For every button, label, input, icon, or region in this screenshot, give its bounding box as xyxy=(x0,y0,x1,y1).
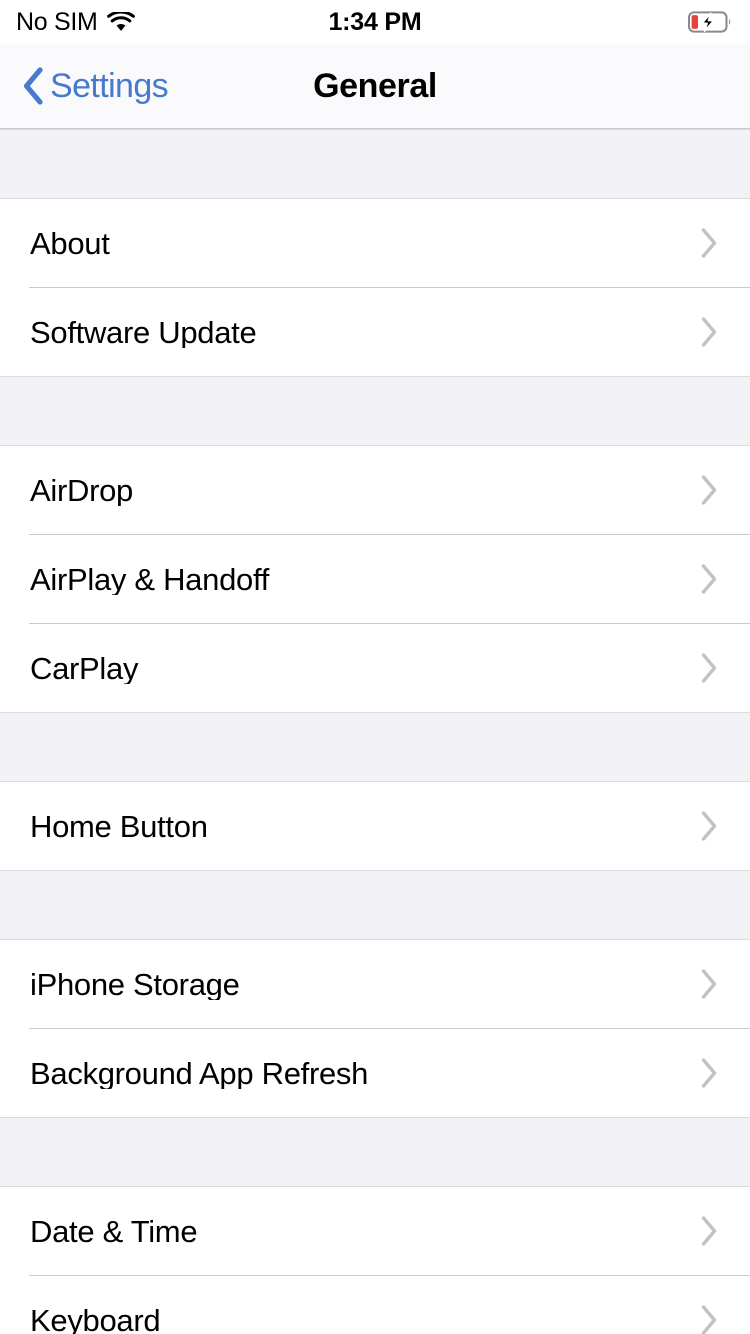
chevron-left-icon xyxy=(22,67,44,105)
chevron-right-icon xyxy=(700,652,728,684)
back-button-label: Settings xyxy=(50,67,169,105)
list-item-label: Keyboard xyxy=(30,1304,161,1334)
chevron-right-icon xyxy=(700,563,728,595)
list-item[interactable]: AirPlay & Handoff xyxy=(0,535,750,623)
chevron-right-icon xyxy=(700,474,728,506)
list-item[interactable]: Date & Time xyxy=(0,1187,750,1275)
carrier-label: No SIM xyxy=(16,7,98,36)
status-bar-left: No SIM xyxy=(16,7,135,36)
group-spacer xyxy=(0,129,750,199)
chevron-right-icon xyxy=(700,1304,728,1334)
list-item[interactable]: Software Update xyxy=(0,288,750,376)
list-item[interactable]: About xyxy=(0,199,750,287)
list-item-label: iPhone Storage xyxy=(30,968,240,1000)
list-item[interactable]: Keyboard xyxy=(0,1276,750,1334)
list-item-label: Background App Refresh xyxy=(30,1057,369,1089)
status-bar-right xyxy=(688,11,732,33)
list-item[interactable]: Home Button xyxy=(0,782,750,870)
chevron-right-icon xyxy=(700,227,728,259)
group-spacer xyxy=(0,712,750,782)
list-item[interactable]: Background App Refresh xyxy=(0,1029,750,1117)
battery-charging-low-icon xyxy=(688,11,732,33)
status-bar: No SIM 1:34 PM xyxy=(0,0,750,44)
list-item[interactable]: iPhone Storage xyxy=(0,940,750,1028)
chevron-right-icon xyxy=(700,1215,728,1247)
settings-group-group-home-button: Home Button xyxy=(0,782,750,870)
list-item[interactable]: AirDrop xyxy=(0,446,750,534)
list-item-label: Home Button xyxy=(30,810,208,842)
chevron-right-icon xyxy=(700,316,728,348)
page-title: General xyxy=(313,67,437,105)
list-item-label: Software Update xyxy=(30,316,257,348)
wifi-icon xyxy=(106,11,135,33)
chevron-right-icon xyxy=(700,968,728,1000)
group-spacer xyxy=(0,376,750,446)
settings-general-screen: No SIM 1:34 PM Settings General About So… xyxy=(0,0,750,1334)
clock-label: 1:34 PM xyxy=(328,7,422,36)
back-button-settings[interactable]: Settings xyxy=(16,67,169,105)
group-spacer xyxy=(0,870,750,940)
list-item-label: About xyxy=(30,227,110,259)
settings-group-group-info: About Software Update xyxy=(0,199,750,376)
chevron-right-icon xyxy=(700,1057,728,1089)
navigation-bar: Settings General xyxy=(0,44,750,128)
list-item-label: AirPlay & Handoff xyxy=(30,563,270,595)
group-spacer xyxy=(0,1117,750,1187)
list-item-label: Date & Time xyxy=(30,1215,198,1247)
settings-group-group-storage: iPhone Storage Background App Refresh xyxy=(0,940,750,1117)
list-item-label: AirDrop xyxy=(30,474,133,506)
chevron-right-icon xyxy=(700,810,728,842)
settings-group-group-connectivity: AirDrop AirPlay & Handoff CarPlay xyxy=(0,446,750,712)
settings-list: About Software Update AirDrop AirPlay & Han… xyxy=(0,129,750,1334)
settings-group-group-datetime: Date & Time Keyboard xyxy=(0,1187,750,1334)
list-item-label: CarPlay xyxy=(30,652,139,684)
list-item[interactable]: CarPlay xyxy=(0,624,750,712)
